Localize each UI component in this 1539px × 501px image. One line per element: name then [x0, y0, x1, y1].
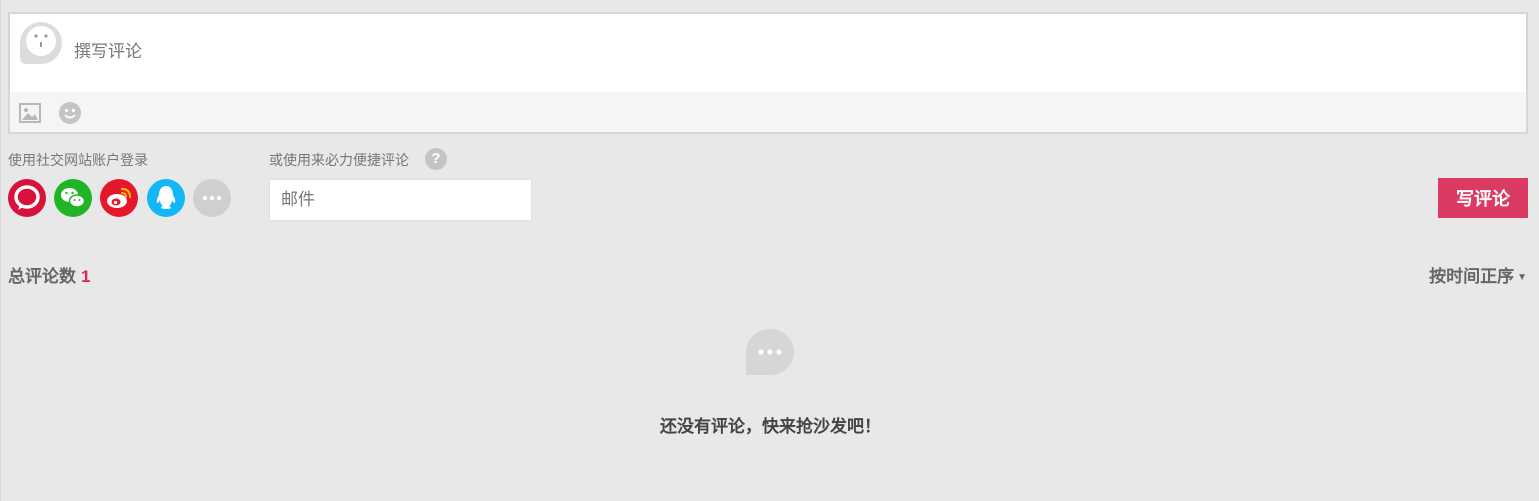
more-login-icon[interactable] — [193, 179, 231, 217]
help-icon[interactable]: ? — [425, 148, 447, 170]
comment-editor[interactable]: 撰写评论 — [8, 12, 1528, 134]
quick-comment-label: 或使用来必力便捷评论 — [269, 152, 409, 168]
total-comments-label: 总评论数 — [8, 267, 76, 286]
sort-dropdown[interactable]: 按时间正序 ▼ — [1429, 262, 1527, 287]
empty-state-message: 还没有评论，快来抢沙发吧！ — [660, 417, 881, 436]
write-comment-button[interactable]: 写评论 — [1438, 178, 1528, 218]
emoji-icon[interactable] — [58, 101, 82, 125]
sort-label[interactable]: 按时间正序 — [1429, 267, 1514, 286]
speech-bubble-icon — [744, 327, 796, 379]
total-comments: 总评论数 1 — [8, 262, 90, 287]
weibo-login-icon[interactable] — [100, 179, 138, 217]
qq-login-icon[interactable] — [147, 179, 185, 217]
comment-widget: 撰写评论 使用社交网站账户登录 或使用来必力便捷评论 ? 邮件 写评论 总评论数… — [0, 0, 1539, 501]
email-field[interactable] — [269, 179, 532, 221]
laibili-login-icon[interactable] — [8, 179, 46, 217]
comment-placeholder[interactable]: 撰写评论 — [74, 37, 142, 62]
comment-toolbar — [10, 92, 1526, 132]
chevron-down-icon[interactable]: ▼ — [1517, 272, 1527, 283]
image-icon[interactable] — [18, 101, 42, 125]
comment-input-area[interactable]: 撰写评论 — [10, 14, 1526, 92]
total-comments-count: 1 — [81, 267, 91, 286]
social-login-label: 使用社交网站账户登录 — [8, 152, 148, 168]
wechat-login-icon[interactable] — [54, 179, 92, 217]
avatar-icon — [20, 22, 62, 64]
